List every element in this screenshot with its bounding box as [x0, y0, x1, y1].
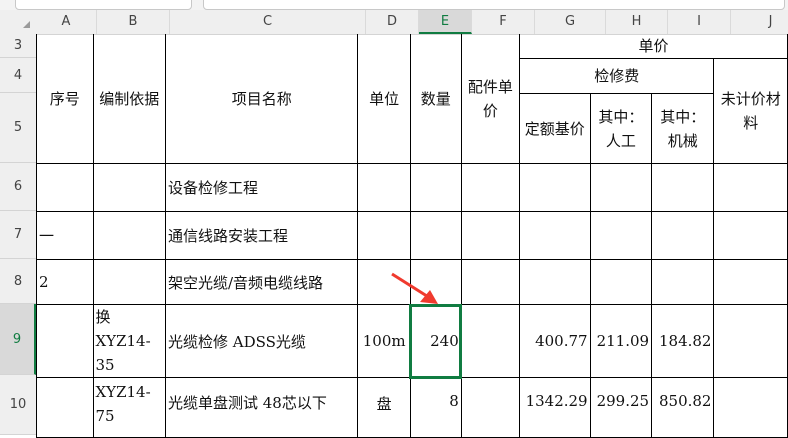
name-box[interactable] — [15, 0, 192, 10]
column-header-a[interactable]: A — [36, 10, 97, 34]
column-header-e[interactable]: E — [419, 10, 472, 34]
column-header-i[interactable]: I — [668, 10, 731, 34]
cell-labor[interactable] — [589, 163, 653, 212]
header-item-name[interactable]: 项目名称 — [164, 34, 359, 164]
cell-parts[interactable] — [460, 163, 521, 212]
table-row: 换 XYZ14-35 光缆检修 ADSS光缆 100m 240 400.77 2… — [36, 303, 788, 379]
row-header-3[interactable]: 3 — [0, 34, 36, 58]
cell-parts[interactable] — [460, 377, 521, 438]
row-header-9[interactable]: 9 — [0, 304, 36, 375]
cell-seq[interactable] — [36, 304, 94, 378]
cell-seq[interactable]: 2 — [36, 259, 94, 305]
header-quantity[interactable]: 数量 — [409, 34, 462, 164]
cell-mach[interactable]: 850.82 — [651, 377, 715, 438]
column-header-h[interactable]: H — [606, 10, 668, 34]
cell-basis[interactable] — [92, 163, 166, 212]
cell-material[interactable] — [713, 304, 788, 378]
cell-name[interactable]: 架空光缆/音频电缆线路 — [164, 259, 359, 305]
cell-mach[interactable] — [651, 163, 715, 212]
cell-seq[interactable] — [36, 377, 94, 438]
column-header-c[interactable]: C — [170, 10, 366, 34]
cell-name[interactable]: 通信线路安装工程 — [164, 211, 359, 260]
cell-mach[interactable]: 184.82 — [651, 304, 715, 378]
column-header-g[interactable]: G — [535, 10, 606, 34]
header-labor[interactable]: 其中：人工 — [589, 93, 653, 164]
red-arrow-annotation — [391, 272, 438, 304]
cell-unit[interactable]: 100m — [357, 304, 411, 378]
header-unit-price[interactable]: 单价 — [519, 34, 788, 59]
row-header-6[interactable]: 6 — [0, 163, 36, 211]
table-row: XYZ14-75 光缆单盘测试 48芯以下 盘 8 1342.29 299.25… — [36, 377, 788, 438]
cell-labor[interactable]: 211.09 — [589, 304, 653, 378]
column-header-f[interactable]: F — [472, 10, 535, 34]
header-parts-price[interactable]: 配件单价 — [460, 34, 521, 164]
cell-base[interactable] — [519, 163, 591, 212]
row-header-8[interactable]: 8 — [0, 259, 36, 304]
header-machinery[interactable]: 其中：机械 — [651, 93, 715, 164]
cell-material[interactable] — [713, 259, 788, 305]
header-unit[interactable]: 单位 — [357, 34, 411, 164]
row-header-7[interactable]: 7 — [0, 211, 36, 259]
cell-qty[interactable] — [409, 211, 462, 260]
header-unpriced-material[interactable]: 未计价材料 — [713, 58, 788, 164]
row-header-10[interactable]: 10 — [0, 375, 36, 435]
cell-qty[interactable]: 8 — [409, 377, 462, 438]
cell-material[interactable] — [713, 163, 788, 212]
spreadsheet-grid: 序号 编制依据 项目名称 单位 数量 配件单价 单价 检修费 未计价材料 定额基… — [36, 34, 788, 438]
cell-labor[interactable] — [589, 211, 653, 260]
cell-name[interactable]: 设备检修工程 — [164, 163, 359, 212]
cell-labor[interactable]: 299.25 — [589, 377, 653, 438]
cell-labor[interactable] — [589, 259, 653, 305]
cell-unit[interactable] — [357, 211, 411, 260]
cell-name[interactable]: 光缆单盘测试 48芯以下 — [164, 377, 359, 438]
cell-qty[interactable] — [409, 163, 462, 212]
cell-basis[interactable]: 换 XYZ14-35 — [92, 304, 166, 378]
cell-basis[interactable] — [92, 259, 166, 305]
cell-seq[interactable] — [36, 163, 94, 212]
row-header-4[interactable]: 4 — [0, 58, 36, 93]
select-all-button[interactable] — [0, 10, 36, 34]
cell-parts[interactable] — [460, 259, 521, 305]
cell-name[interactable]: 光缆检修 ADSS光缆 — [164, 304, 359, 378]
cell-base[interactable]: 400.77 — [519, 304, 591, 378]
cell-basis[interactable]: XYZ14-75 — [92, 377, 166, 438]
table-row: 设备检修工程 — [36, 163, 788, 212]
column-headers: A B C D E F G H I J — [0, 10, 788, 35]
cell-material[interactable] — [713, 211, 788, 260]
header-repair-fee[interactable]: 检修费 — [519, 58, 715, 94]
table-row: 一 通信线路安装工程 — [36, 211, 788, 260]
cell-base[interactable]: 1342.29 — [519, 377, 591, 438]
cell-parts[interactable] — [460, 211, 521, 260]
column-header-d[interactable]: D — [366, 10, 419, 34]
cell-qty-selected[interactable]: 240 — [409, 303, 463, 379]
cell-mach[interactable] — [651, 211, 715, 260]
header-basis[interactable]: 编制依据 — [92, 34, 166, 164]
column-header-b[interactable]: B — [97, 10, 170, 34]
column-header-j[interactable]: J — [731, 10, 788, 34]
cell-seq[interactable]: 一 — [36, 211, 94, 260]
header-seq[interactable]: 序号 — [36, 34, 94, 164]
cell-material[interactable] — [713, 377, 788, 438]
formula-input[interactable] — [203, 0, 785, 10]
cell-unit[interactable] — [357, 163, 411, 212]
cell-unit[interactable]: 盘 — [357, 377, 411, 438]
cell-base[interactable] — [519, 259, 591, 305]
cell-base[interactable] — [519, 211, 591, 260]
cell-mach[interactable] — [651, 259, 715, 305]
formula-bar-strip — [0, 0, 788, 10]
cell-basis[interactable] — [92, 211, 166, 260]
row-header-5[interactable]: 5 — [0, 93, 36, 163]
header-quota-base[interactable]: 定额基价 — [519, 93, 591, 164]
cell-parts[interactable] — [460, 304, 521, 378]
